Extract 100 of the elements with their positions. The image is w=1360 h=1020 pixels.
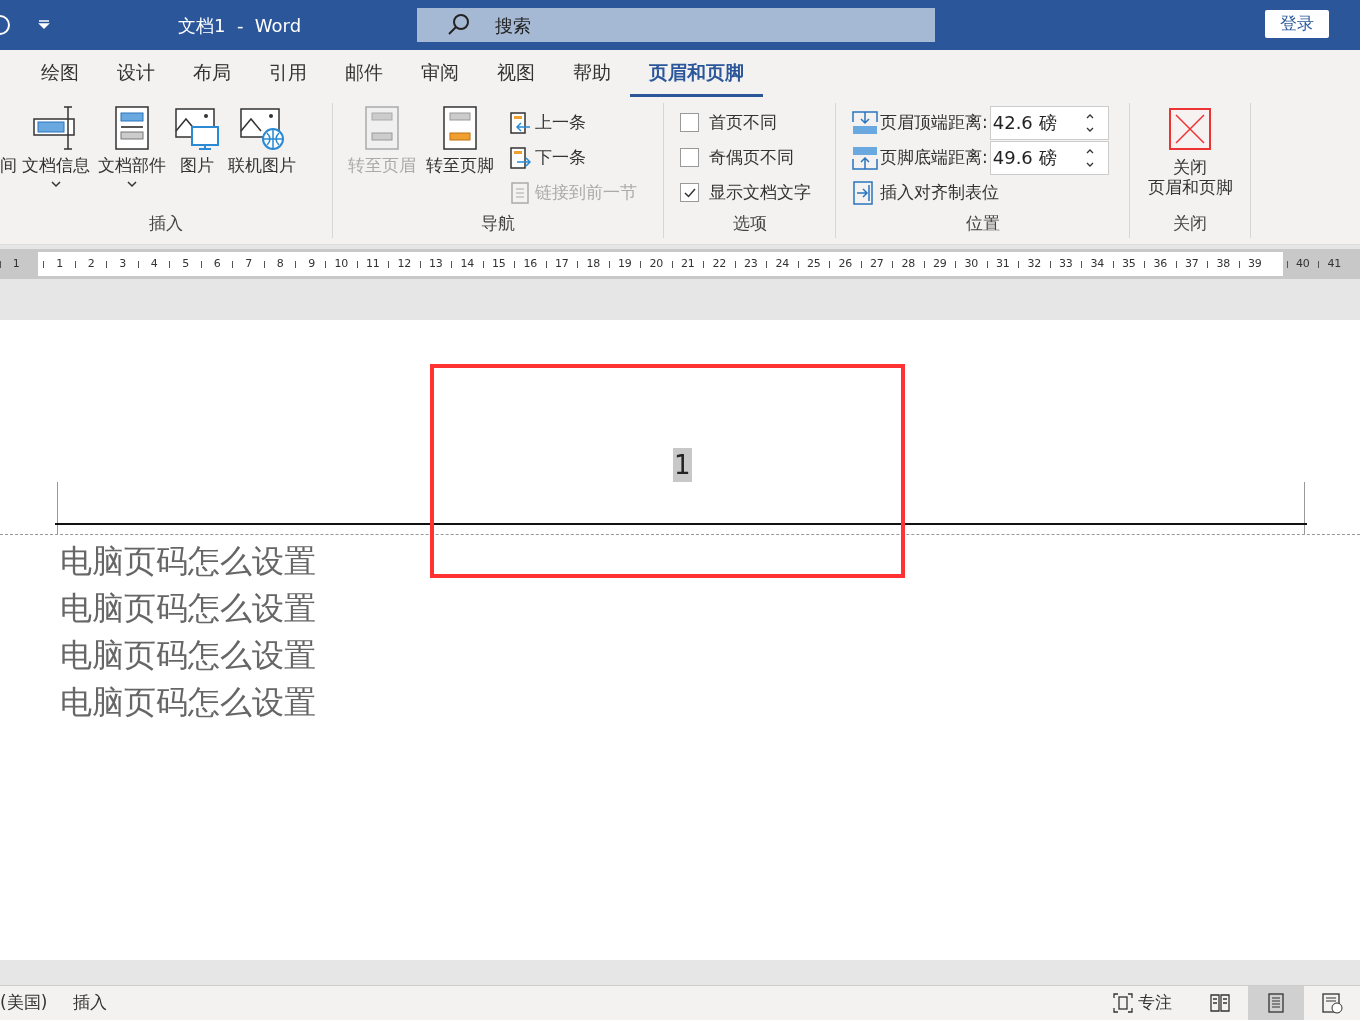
- ribbon-tab[interactable]: 视图: [478, 57, 554, 97]
- checkbox[interactable]: [680, 183, 699, 202]
- ruler-number: 29: [932, 255, 947, 272]
- online-picture-icon: [239, 105, 285, 151]
- status-item[interactable]: 插入: [73, 990, 108, 1016]
- ruler-number: 39: [1247, 255, 1262, 272]
- ribbon-button[interactable]: 转至页脚: [423, 105, 497, 176]
- link-icon: [509, 180, 531, 205]
- spin-field[interactable]: 42.6 磅: [989, 105, 1109, 140]
- check-icon: [683, 187, 696, 198]
- web-layout-icon: [1321, 992, 1343, 1014]
- previous-icon: [509, 110, 531, 135]
- ruler-number: 15: [491, 255, 506, 272]
- ruler-number: 2: [87, 255, 95, 272]
- ruler-number: 5: [182, 255, 190, 272]
- checkbox[interactable]: [680, 113, 699, 132]
- ruler-number: 24: [775, 255, 790, 272]
- ruler-number: 40: [1295, 255, 1310, 272]
- caret-icon: [51, 181, 61, 190]
- ruler-number: 7: [245, 255, 253, 272]
- body-text-line: 电脑页码怎么设置: [60, 635, 316, 676]
- checkbox-label: 显示文档文字: [709, 180, 811, 204]
- ruler-number: 1: [56, 255, 64, 272]
- ribbon-button[interactable]: 插入对齐制表位: [852, 175, 999, 210]
- ruler-number: 20: [649, 255, 664, 272]
- close-header-footer-button[interactable]: 关闭 页眉和页脚: [1130, 105, 1250, 198]
- caret-icon[interactable]: [38, 19, 50, 31]
- ruler-number: 12: [397, 255, 412, 272]
- ruler-number: 19: [617, 255, 632, 272]
- search-field[interactable]: 搜索: [417, 8, 935, 42]
- ruler-number: 16: [523, 255, 538, 272]
- body-text-line: 电脑页码怎么设置: [60, 588, 316, 629]
- ruler-number: 38: [1216, 255, 1231, 272]
- ruler-number: 25: [806, 255, 821, 272]
- document-icon: [112, 105, 152, 151]
- ribbon-button[interactable]: 间: [0, 105, 17, 176]
- header-position-icon: [852, 109, 878, 136]
- group-label: 位置: [964, 211, 1001, 235]
- header-icon: [364, 105, 400, 151]
- ruler-number: 33: [1058, 255, 1073, 272]
- ribbon-tab[interactable]: 帮助: [554, 57, 630, 97]
- checkbox[interactable]: [680, 148, 699, 167]
- ribbon-button[interactable]: 上一条: [509, 105, 586, 140]
- focus-button[interactable]: 专注: [1112, 985, 1172, 1020]
- ruler-number: 27: [869, 255, 884, 272]
- group-label: 关闭: [1172, 211, 1208, 235]
- ruler-number: 22: [712, 255, 727, 272]
- read-mode-icon: [1209, 992, 1231, 1014]
- ruler-number: 34: [1090, 255, 1105, 272]
- ribbon-button[interactable]: 文档信息: [19, 105, 93, 190]
- undo-icon[interactable]: [0, 14, 12, 36]
- search-input[interactable]: 搜索: [493, 10, 793, 40]
- ribbon-button[interactable]: 文档部件: [95, 105, 169, 190]
- ruler-number: 1: [12, 255, 20, 272]
- next-icon: [509, 145, 531, 170]
- ruler-number: 13: [428, 255, 443, 272]
- ribbon-tab[interactable]: 邮件: [326, 57, 402, 97]
- search-icon: [447, 13, 471, 37]
- spin-field[interactable]: 49.6 磅: [989, 140, 1109, 175]
- close-icon: [1168, 107, 1212, 151]
- ruler-number: 37: [1184, 255, 1199, 272]
- page-number: 1: [673, 448, 692, 482]
- ribbon-button[interactable]: 联机图片: [225, 105, 299, 176]
- ruler-number: 23: [743, 255, 758, 272]
- ruler-number: 41: [1327, 255, 1342, 272]
- ruler-number: 28: [901, 255, 916, 272]
- view-button[interactable]: [1248, 985, 1304, 1020]
- picture-icon: [174, 105, 220, 151]
- tab-stop-icon: [852, 179, 874, 206]
- ruler-number: 4: [150, 255, 158, 272]
- caret-icon: [127, 181, 137, 190]
- ruler-number: 31: [995, 255, 1010, 272]
- ruler-number: 9: [308, 255, 316, 272]
- ribbon-tab[interactable]: 设计: [98, 57, 174, 97]
- ribbon-tab[interactable]: 审阅: [402, 57, 478, 97]
- ribbon-tab[interactable]: 绘图: [22, 57, 98, 97]
- checkbox-label: 奇偶页不同: [709, 145, 794, 169]
- body-text-line: 电脑页码怎么设置: [60, 541, 316, 582]
- ribbon-tab[interactable]: 引用: [250, 57, 326, 97]
- focus-icon: [1112, 992, 1134, 1014]
- status-item[interactable]: (美国): [0, 990, 48, 1016]
- ribbon-tab[interactable]: 布局: [174, 57, 250, 97]
- spinner-label: 页眉顶端距离:: [880, 110, 988, 134]
- page-icon: [1265, 992, 1287, 1014]
- ruler-number: 21: [680, 255, 695, 272]
- ruler-number: 6: [213, 255, 221, 272]
- ruler-number: 3: [119, 255, 127, 272]
- group-label: 选项: [731, 211, 768, 235]
- ruler-number: 30: [964, 255, 979, 272]
- ruler-number: 32: [1027, 255, 1042, 272]
- sign-in-button[interactable]: 登录: [1265, 10, 1329, 38]
- ruler-number: 17: [554, 255, 569, 272]
- group-label: 导航: [480, 211, 516, 235]
- ribbon-button[interactable]: 下一条: [509, 140, 586, 175]
- ruler-number: 36: [1153, 255, 1168, 272]
- ribbon-button[interactable]: 图片: [171, 105, 223, 176]
- ruler-number: 11: [365, 255, 380, 272]
- footer-icon: [442, 105, 478, 151]
- ruler-number: 8: [276, 255, 284, 272]
- ruler-number: 18: [586, 255, 601, 272]
